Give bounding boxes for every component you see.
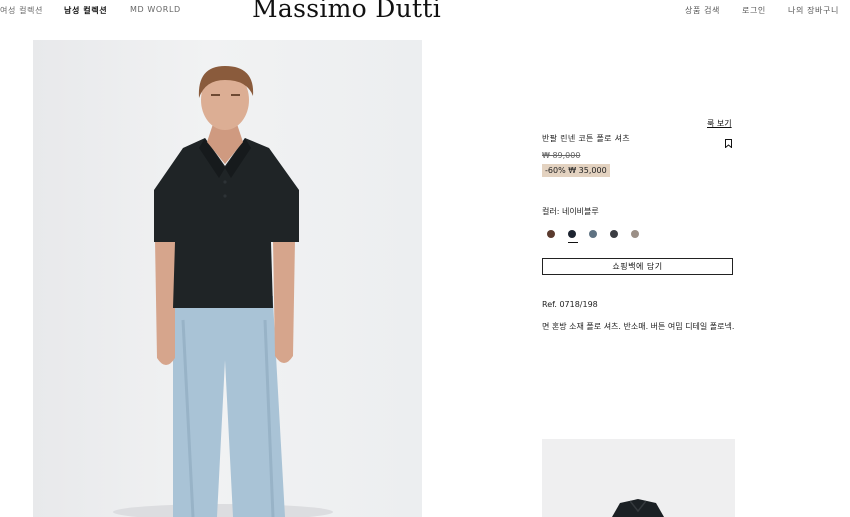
product-photo[interactable]	[33, 40, 422, 517]
product-reference: Ref. 0718/198	[542, 300, 598, 309]
login-link[interactable]: 로그인	[742, 5, 766, 16]
nav-women-collection[interactable]: 여성 컬렉션	[0, 5, 43, 16]
model-illustration	[113, 66, 333, 517]
original-price: ₩ 89,000	[542, 151, 581, 160]
selected-swatch-indicator	[568, 242, 578, 243]
color-swatch-navy[interactable]	[568, 230, 576, 238]
product-name: 반팔 린넨 코튼 폴로 셔츠	[542, 134, 630, 143]
nav-md-world[interactable]: MD WORLD	[130, 5, 181, 14]
jacket-illustration	[612, 499, 664, 517]
nav-men-collection[interactable]: 남성 컬렉션	[64, 5, 107, 16]
product-thumbnail[interactable]	[542, 439, 735, 517]
brand-logo[interactable]: Massimo Dutti	[252, 0, 441, 23]
color-swatch-brown[interactable]	[547, 230, 555, 238]
cart-link[interactable]: 나의 장바구니	[788, 5, 839, 16]
search-link[interactable]: 상품 검색	[685, 5, 720, 16]
view-look-link[interactable]: 룩 보기	[707, 118, 732, 129]
color-swatch-charcoal[interactable]	[610, 230, 618, 238]
bookmark-icon[interactable]	[725, 133, 732, 149]
color-swatch-taupe[interactable]	[631, 230, 639, 238]
discount-percent: -60%	[545, 166, 566, 175]
sale-price: ₩ 35,000	[568, 166, 607, 175]
sale-price-badge: -60% ₩ 35,000	[542, 164, 610, 177]
product-description: 면 혼방 소재 폴로 셔츠. 반소매. 버튼 여밈 디테일 폴로넥.	[542, 322, 735, 331]
color-label: 컬러: 네이비블루	[542, 207, 599, 216]
add-to-bag-button[interactable]: 쇼핑백에 담기	[542, 258, 733, 275]
color-swatch-slate-blue[interactable]	[589, 230, 597, 238]
